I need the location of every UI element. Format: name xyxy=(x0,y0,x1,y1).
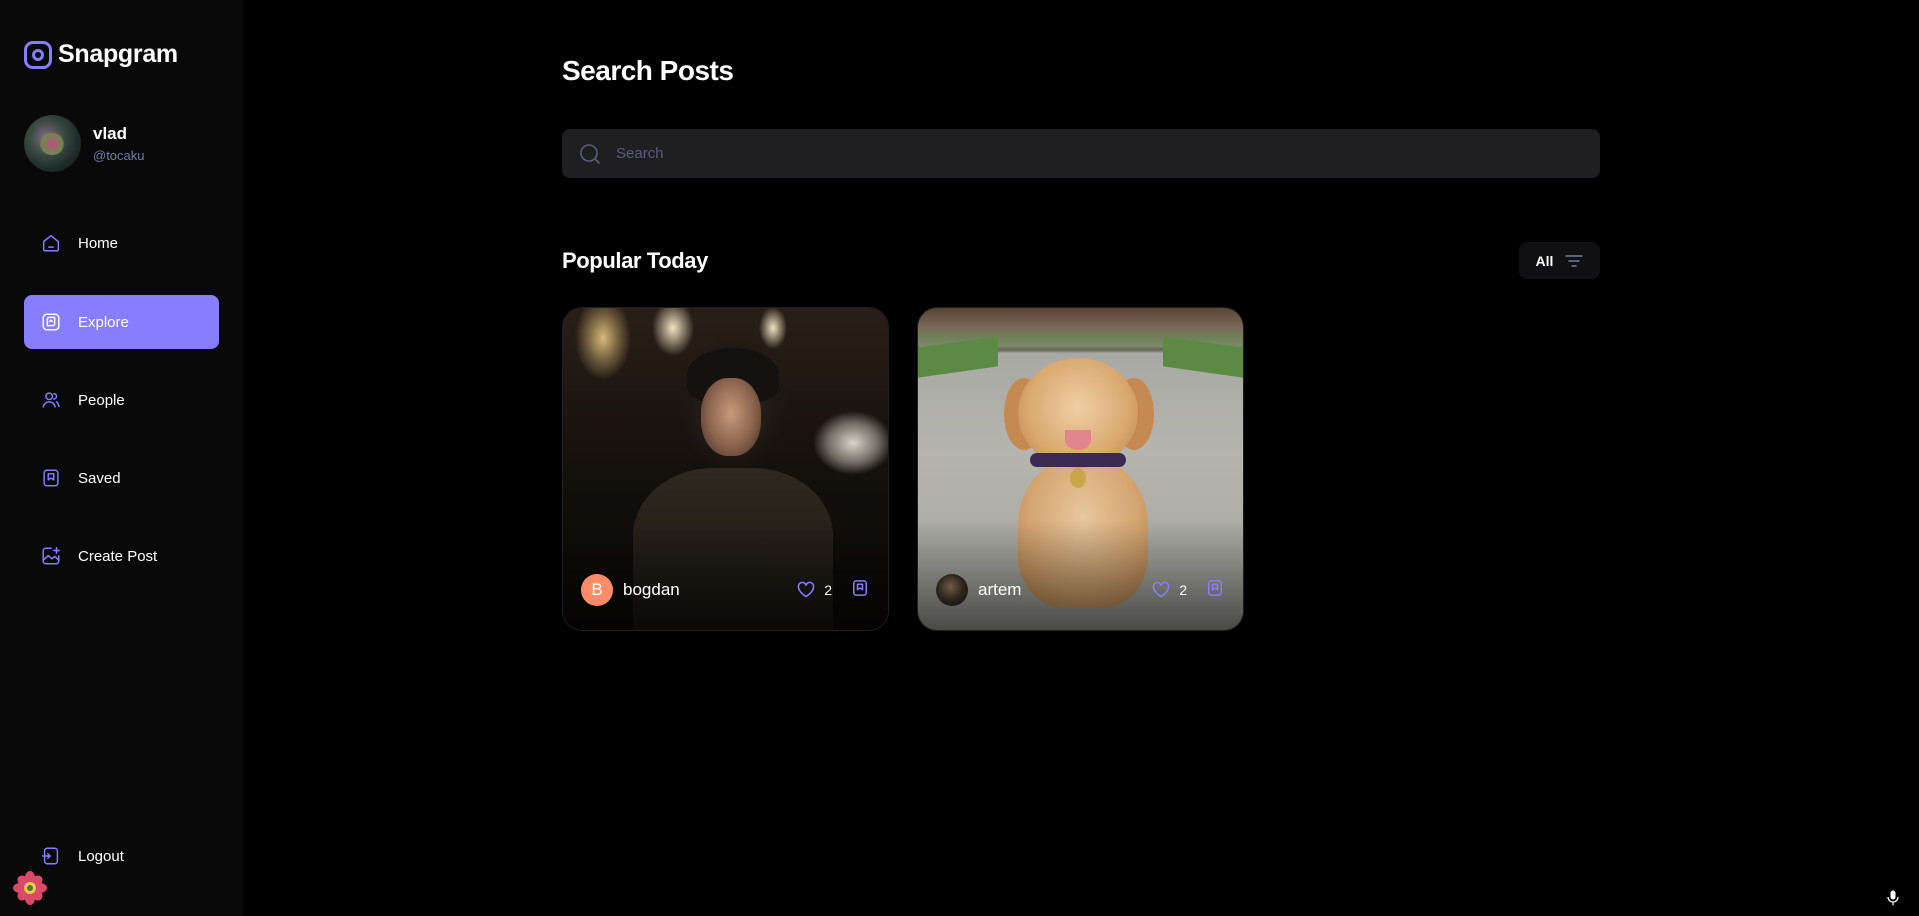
logout-button[interactable]: Logout xyxy=(24,829,219,883)
heart-icon xyxy=(797,581,815,598)
like-count: 2 xyxy=(1179,582,1187,598)
search-input[interactable] xyxy=(616,145,1516,162)
avatar[interactable] xyxy=(936,574,968,606)
avatar[interactable]: B xyxy=(581,574,613,606)
filter-dropdown[interactable]: All xyxy=(1519,242,1600,279)
profile-handle: @tocaku xyxy=(93,148,145,163)
app-name: Snapgram xyxy=(58,40,178,68)
like-button[interactable]: 2 xyxy=(1151,580,1187,600)
avatar xyxy=(24,115,81,172)
people-icon xyxy=(40,389,62,411)
bookmark-icon xyxy=(1208,579,1222,596)
save-button[interactable] xyxy=(1205,578,1225,603)
like-button[interactable]: 2 xyxy=(796,580,832,600)
save-button[interactable] xyxy=(850,578,870,603)
bookmark-icon xyxy=(853,579,867,596)
section-title: Popular Today xyxy=(562,248,708,273)
profile-name: vlad xyxy=(93,124,128,143)
post-author[interactable]: bogdan xyxy=(623,580,796,600)
logout-icon xyxy=(40,845,62,867)
explore-icon xyxy=(40,311,62,333)
search-icon xyxy=(580,143,600,164)
sidebar-item-label: Create Post xyxy=(78,547,158,565)
sidebar: Snapgram vlad @tocaku Home Explore Peopl… xyxy=(0,0,243,916)
post-footer: artem 2 xyxy=(936,574,1225,606)
post-author[interactable]: artem xyxy=(978,580,1151,600)
post-card[interactable]: artem 2 xyxy=(917,307,1244,631)
sidebar-item-home[interactable]: Home xyxy=(24,216,219,270)
sidebar-item-label: People xyxy=(78,391,125,409)
home-icon xyxy=(40,232,62,254)
search-bar[interactable] xyxy=(562,129,1600,178)
sidebar-item-label: Explore xyxy=(78,313,129,331)
post-footer: B bogdan 2 xyxy=(581,574,870,606)
page-title: Search Posts xyxy=(562,55,734,86)
sidebar-item-saved[interactable]: Saved xyxy=(24,451,219,505)
sidebar-item-label: Home xyxy=(78,234,119,252)
filter-icon xyxy=(1565,254,1584,267)
snapgram-logo-icon xyxy=(24,40,52,69)
filter-label: All xyxy=(1535,252,1554,269)
heart-icon xyxy=(1152,581,1170,598)
sidebar-item-explore[interactable]: Explore xyxy=(24,295,219,349)
sidebar-item-people[interactable]: People xyxy=(24,373,219,427)
microphone-icon[interactable] xyxy=(1887,890,1899,906)
like-count: 2 xyxy=(824,582,832,598)
sidebar-item-label: Saved xyxy=(78,469,121,487)
bookmark-icon xyxy=(40,467,62,489)
profile-summary[interactable]: vlad @tocaku xyxy=(24,115,145,172)
react-devtools-icon[interactable] xyxy=(12,870,48,906)
create-post-icon xyxy=(40,545,62,567)
post-card[interactable]: B bogdan 2 xyxy=(562,307,889,631)
sidebar-item-label: Logout xyxy=(78,847,124,865)
sidebar-item-create-post[interactable]: Create Post xyxy=(24,529,219,583)
app-logo[interactable]: Snapgram xyxy=(24,40,178,69)
